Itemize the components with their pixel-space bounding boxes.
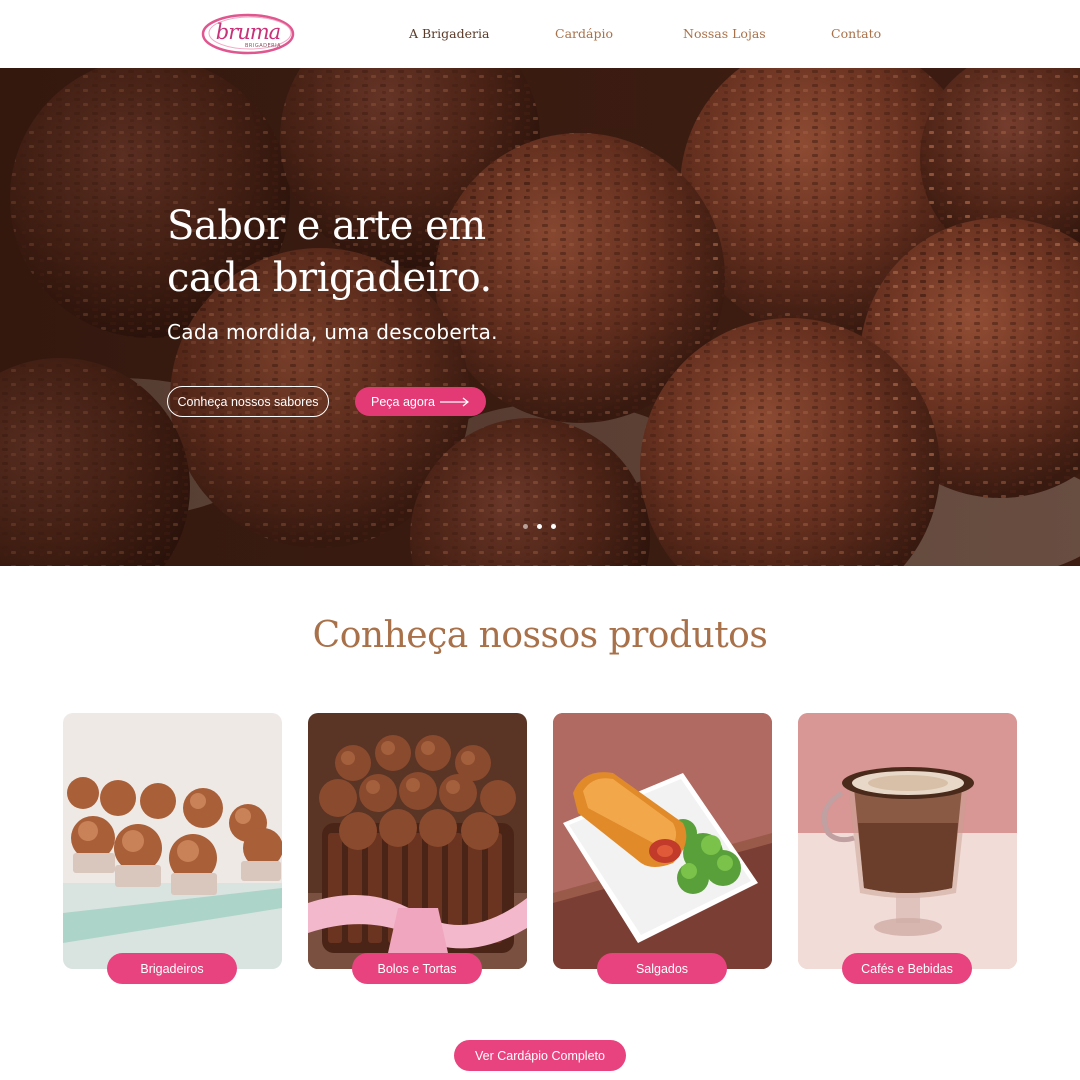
product-card-brigadeiros[interactable] bbox=[63, 713, 282, 969]
order-now-label: Peça agora bbox=[371, 394, 435, 409]
discover-flavors-label: Conheça nossos sabores bbox=[177, 394, 319, 409]
nav-cardapio[interactable]: Cardápio bbox=[555, 26, 613, 41]
hero-overlay bbox=[0, 68, 1080, 566]
product-card-bolos-tortas[interactable] bbox=[308, 713, 527, 969]
slide-dot-1[interactable] bbox=[523, 524, 528, 529]
category-label-salgados: Salgados bbox=[635, 961, 689, 976]
logo-subtitle: BRIGADERIA bbox=[244, 43, 282, 49]
category-button-bolos-tortas[interactable]: Bolos e Tortas bbox=[352, 953, 482, 984]
hero-banner: Sabor e arte em cada brigadeiro. Cada mo… bbox=[0, 68, 1080, 566]
category-button-brigadeiros[interactable]: Brigadeiros bbox=[107, 953, 237, 984]
category-button-cafes-bebidas[interactable]: Cafés e Bebidas bbox=[842, 953, 972, 984]
product-card-cafes-bebidas[interactable] bbox=[798, 713, 1017, 969]
nav-contato[interactable]: Contato bbox=[831, 26, 881, 41]
nav-a-brigaderia[interactable]: A Brigaderia bbox=[409, 26, 489, 41]
category-label-cafes-bebidas: Cafés e Bebidas bbox=[861, 961, 953, 976]
hero-title: Sabor e arte em cada brigadeiro. bbox=[167, 203, 492, 301]
site-header: bruma BRIGADERIA A Brigaderia Cardápio N… bbox=[0, 0, 1080, 68]
nav-nossas-lojas[interactable]: Nossas Lojas bbox=[683, 26, 766, 41]
slide-dot-3[interactable] bbox=[551, 524, 556, 529]
logo-wordmark: bruma bbox=[215, 20, 281, 44]
category-button-salgados[interactable]: Salgados bbox=[597, 953, 727, 984]
discover-flavors-button[interactable]: Conheça nossos sabores bbox=[167, 386, 329, 417]
category-label-brigadeiros: Brigadeiros bbox=[140, 961, 204, 976]
products-heading: Conheça nossos produtos bbox=[312, 615, 768, 656]
savory-snack-image bbox=[553, 713, 772, 969]
coffee-drink-image bbox=[798, 713, 1017, 969]
brigadeiros-image bbox=[63, 713, 282, 969]
category-label-bolos-tortas: Bolos e Tortas bbox=[377, 961, 457, 976]
order-now-button[interactable]: Peça agora bbox=[355, 387, 486, 416]
slider-dots bbox=[520, 524, 560, 532]
full-menu-label: Ver Cardápio Completo bbox=[475, 1048, 605, 1063]
brand-logo[interactable]: bruma BRIGADERIA bbox=[200, 10, 298, 58]
product-card-salgados[interactable] bbox=[553, 713, 772, 969]
slide-dot-2[interactable] bbox=[537, 524, 542, 529]
arrow-right-icon bbox=[440, 397, 469, 407]
hero-subtitle: Cada mordida, uma descoberta. bbox=[167, 320, 498, 344]
full-menu-button[interactable]: Ver Cardápio Completo bbox=[454, 1040, 626, 1071]
cake-image bbox=[308, 713, 527, 969]
